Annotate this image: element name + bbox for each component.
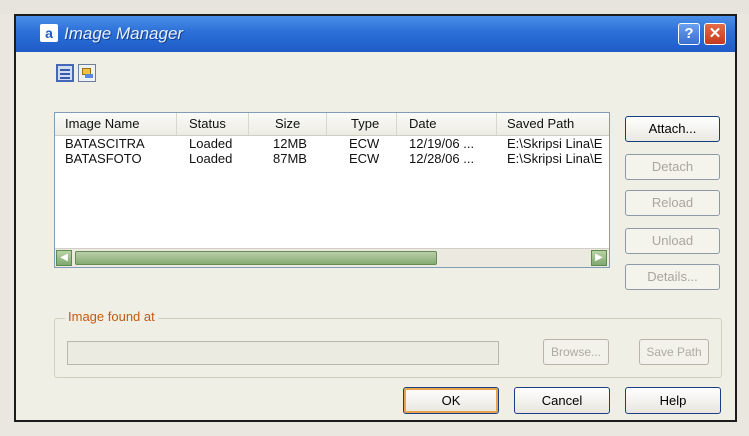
help-button[interactable]: Help [625, 387, 721, 414]
tree-view-icon[interactable] [78, 64, 96, 82]
title-bar[interactable]: a Image Manager ? ✕ [16, 16, 735, 52]
image-found-at-group: Image found at Browse... Save Path [54, 309, 722, 378]
dialog-title: Image Manager [64, 24, 184, 43]
status-cell: Loaded [189, 136, 233, 151]
detach-button[interactable]: Detach [625, 154, 720, 180]
table-row[interactable]: BATASCITRA Loaded 12MB ECW 12/19/06 ... … [55, 136, 609, 151]
table-row[interactable]: BATASFOTO Loaded 87MB ECW 12/28/06 ... E… [55, 151, 609, 166]
column-date[interactable]: Date [397, 113, 497, 135]
scroll-left-icon[interactable]: ◀ [56, 250, 72, 266]
horizontal-scrollbar[interactable]: ◀ ▶ [55, 248, 609, 267]
column-status[interactable]: Status [177, 113, 249, 135]
save-path-button[interactable]: Save Path [639, 339, 709, 365]
page-background [0, 0, 749, 14]
saved-path-cell: E:\Skripsi Lina\E [507, 136, 603, 151]
list-view-icon[interactable] [56, 64, 74, 82]
scroll-thumb[interactable] [75, 251, 437, 265]
image-path-field[interactable] [67, 341, 499, 365]
column-image-name[interactable]: Image Name [55, 113, 177, 135]
reload-button[interactable]: Reload [625, 190, 720, 216]
image-name-cell: BATASFOTO [65, 151, 142, 166]
date-cell: 12/28/06 ... [409, 151, 475, 166]
browse-button[interactable]: Browse... [543, 339, 609, 365]
cancel-button[interactable]: Cancel [514, 387, 610, 414]
image-manager-dialog: a Image Manager ? ✕ Image Name Status Si… [14, 14, 737, 422]
unload-button[interactable]: Unload [625, 228, 720, 254]
image-list[interactable]: Image Name Status Size Type Date Saved P… [54, 112, 610, 268]
type-cell: ECW [349, 151, 380, 166]
details-button[interactable]: Details... [625, 264, 720, 290]
column-saved-path[interactable]: Saved Path [497, 113, 609, 135]
type-cell: ECW [349, 136, 380, 151]
scroll-right-icon[interactable]: ▶ [591, 250, 607, 266]
close-button[interactable]: ✕ [704, 23, 726, 45]
ok-button[interactable]: OK [403, 387, 499, 414]
image-name-cell: BATASCITRA [65, 136, 145, 151]
image-found-at-label: Image found at [65, 309, 158, 324]
attach-button[interactable]: Attach... [625, 116, 720, 142]
column-type[interactable]: Type [327, 113, 397, 135]
list-header: Image Name Status Size Type Date Saved P… [55, 113, 609, 136]
size-cell: 12MB [273, 136, 307, 151]
size-cell: 87MB [273, 151, 307, 166]
status-cell: Loaded [189, 151, 233, 166]
autocad-app-icon: a [40, 24, 58, 42]
help-title-button[interactable]: ? [678, 23, 700, 45]
column-size[interactable]: Size [249, 113, 327, 135]
date-cell: 12/19/06 ... [409, 136, 475, 151]
saved-path-cell: E:\Skripsi Lina\E [507, 151, 603, 166]
